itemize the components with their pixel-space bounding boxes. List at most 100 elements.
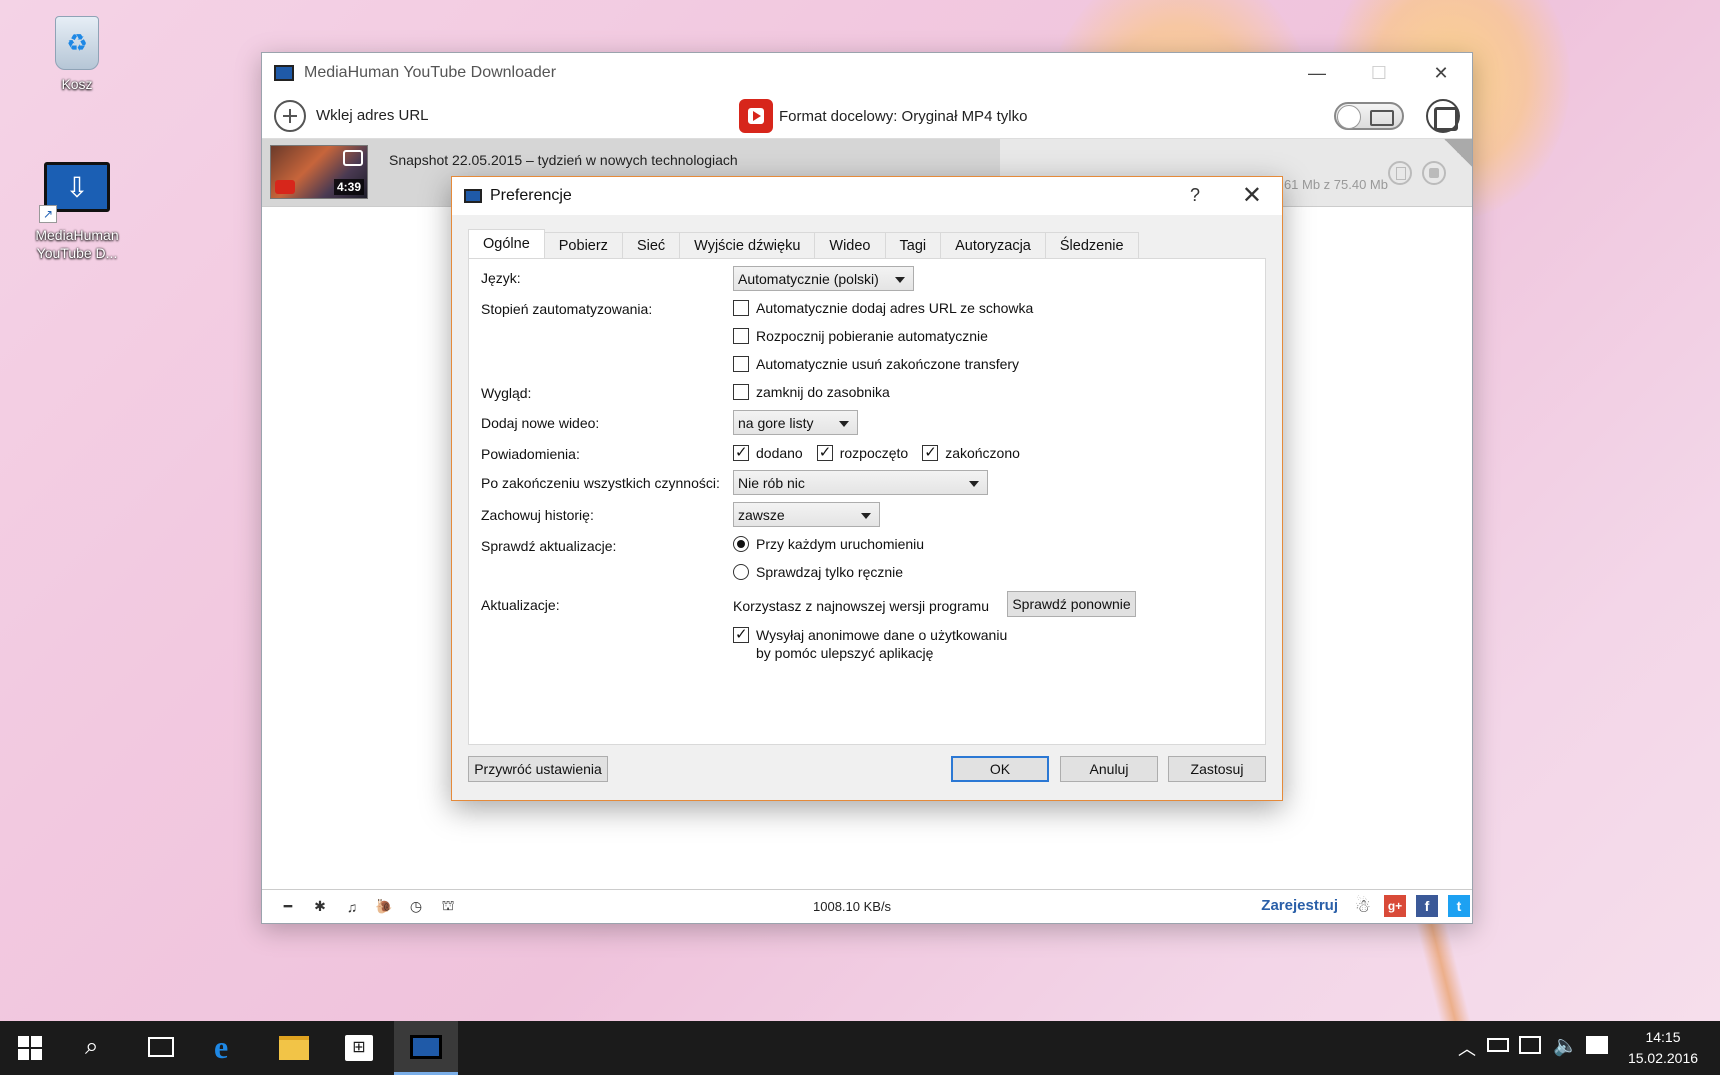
language-select[interactable]: Automatycznie (polski): [733, 266, 914, 291]
language-label: Język:: [481, 270, 521, 286]
network-icon[interactable]: [1519, 1036, 1541, 1054]
video-duration: 4:39: [333, 179, 364, 195]
file-explorer-icon[interactable]: [279, 1036, 309, 1060]
tab-video[interactable]: Wideo: [814, 232, 886, 258]
windows-start-icon[interactable]: [18, 1036, 42, 1060]
dialog-title: Preferencje: [490, 187, 572, 204]
restore-settings-button[interactable]: Przywróć ustawienia: [468, 756, 608, 782]
apply-button[interactable]: Zastosuj: [1168, 756, 1266, 782]
add-url-icon[interactable]: [274, 99, 306, 132]
add-new-video-select[interactable]: na gore listy: [733, 410, 858, 435]
radio-label: Przy każdym uruchomieniu: [756, 536, 925, 552]
format-selector[interactable]: Format docelowy: Oryginał MP4 tylko: [739, 99, 1027, 133]
search-icon[interactable]: ⌕: [85, 1033, 98, 1061]
window-controls: — ☐ ✕: [1286, 53, 1472, 93]
general-panel: Język: Automatycznie (polski) Stopień za…: [468, 258, 1266, 745]
update-manual-radio[interactable]: Sprawdzaj tylko ręcznie: [733, 564, 903, 580]
main-toolbar: Wklej adres URL Format docelowy: Orygina…: [262, 93, 1472, 139]
stop-all-button[interactable]: [1426, 99, 1460, 133]
taskbar-mediahuman-button[interactable]: [394, 1021, 458, 1075]
checkbox-icon: [733, 328, 749, 344]
app-icon: [464, 189, 482, 203]
chevron-down-icon: [839, 421, 849, 427]
close-button[interactable]: ✕: [1410, 53, 1472, 93]
binoculars-icon[interactable]: ⛫: [432, 897, 464, 916]
radio-icon: [733, 564, 749, 580]
anon-data-line-2: by pomóc ulepszyć aplikację: [756, 645, 934, 661]
store-icon[interactable]: ⊞: [345, 1035, 373, 1061]
notify-added-checkbox[interactable]: dodano: [733, 443, 803, 461]
tab-tags[interactable]: Tagi: [884, 232, 942, 258]
after-all-select[interactable]: Nie rób nic: [733, 470, 988, 495]
desktop-icon-recycle-bin[interactable]: Kosz: [22, 10, 132, 92]
minimize-button[interactable]: —: [1286, 53, 1348, 93]
desktop-icon-label: Kosz: [61, 76, 93, 92]
checkbox-checked-icon: [733, 625, 749, 643]
close-to-tray-checkbox[interactable]: zamknij do zasobnika: [733, 384, 890, 400]
chevron-up-icon[interactable]: ︿: [1458, 1035, 1476, 1061]
history-select[interactable]: zawsze: [733, 502, 880, 527]
check-again-button[interactable]: Sprawdź ponownie: [1007, 591, 1136, 617]
stop-download-icon[interactable]: [1422, 161, 1446, 185]
help-button[interactable]: ?: [1190, 185, 1200, 206]
video-title: Snapshot 22.05.2015 – tydzień w nowych t…: [389, 152, 738, 168]
check-updates-label: Sprawdź aktualizacje:: [481, 538, 617, 554]
snail-icon[interactable]: 🐌: [368, 898, 400, 915]
music-icon[interactable]: ♫: [336, 899, 368, 915]
notify-started-checkbox[interactable]: rozpoczęto: [816, 443, 909, 461]
download-speed: 1008.10 KB/s: [813, 899, 892, 914]
format-label: Format docelowy: Oryginał MP4 tylko: [779, 107, 1028, 125]
ok-button[interactable]: OK: [951, 756, 1049, 782]
maximize-button[interactable]: ☐: [1348, 53, 1410, 93]
chevron-down-icon: [895, 277, 905, 283]
taskbar-clock[interactable]: 14:15 15.02.2016: [1618, 1027, 1708, 1069]
dialog-titlebar[interactable]: Preferencje: [452, 177, 1282, 215]
tab-download[interactable]: Pobierz: [543, 232, 623, 258]
appearance-label: Wygląd:: [481, 385, 532, 401]
task-view-icon[interactable]: [148, 1037, 174, 1057]
checkbox-checked-icon: [922, 443, 939, 461]
youtube-mini-icon: [275, 180, 295, 194]
tab-tracking[interactable]: Śledzenie: [1044, 232, 1139, 258]
auto-add-url-checkbox[interactable]: Automatycznie dodaj adres URL ze schowka: [733, 300, 1033, 316]
notification-center-icon[interactable]: [1586, 1036, 1608, 1054]
playlist-icon: [343, 150, 363, 166]
twitter-icon[interactable]: t: [1448, 895, 1470, 917]
cancel-button[interactable]: Anuluj: [1060, 756, 1158, 782]
robot-icon[interactable]: ☃: [1352, 895, 1374, 917]
mediahuman-taskbar-icon: [410, 1035, 442, 1059]
main-titlebar[interactable]: MediaHuman YouTube Downloader — ☐ ✕: [262, 53, 1472, 93]
open-file-icon[interactable]: [1388, 161, 1412, 185]
after-all-value: Nie rób nic: [738, 474, 805, 491]
gear-icon[interactable]: ✱: [304, 898, 336, 915]
clock-icon[interactable]: ◷: [400, 898, 432, 915]
battery-icon[interactable]: [1487, 1038, 1509, 1052]
send-anonymous-data-checkbox[interactable]: Wysyłaj anonimowe dane o użytkowaniu by …: [733, 625, 1007, 662]
desktop-icon-mediahuman[interactable]: MediaHuman YouTube D...: [22, 154, 132, 262]
auto-remove-checkbox[interactable]: Automatycznie usuń zakończone transfery: [733, 356, 1019, 372]
update-on-start-radio[interactable]: Przy każdym uruchomieniu: [733, 536, 924, 552]
recycle-bin-icon: [55, 16, 99, 70]
register-link[interactable]: Zarejestruj: [1261, 897, 1338, 914]
checkbox-icon: [733, 384, 749, 400]
tab-general[interactable]: Ogólne: [468, 229, 545, 258]
google-plus-icon[interactable]: g+: [1384, 895, 1406, 917]
video-mode-toggle[interactable]: [1334, 102, 1404, 130]
language-value: Automatycznie (polski): [738, 270, 879, 287]
paste-url-button[interactable]: Wklej adres URL: [316, 107, 429, 124]
facebook-icon[interactable]: f: [1416, 895, 1438, 917]
edge-browser-icon[interactable]: e: [214, 1029, 228, 1066]
notify-finished-checkbox[interactable]: zakończono: [922, 443, 1020, 461]
auto-start-checkbox[interactable]: Rozpocznij pobieranie automatycznie: [733, 328, 988, 344]
tab-authorization[interactable]: Autoryzacja: [940, 232, 1046, 258]
checkbox-checked-icon: [733, 443, 749, 461]
dialog-close-button[interactable]: ✕: [1242, 181, 1262, 210]
chevron-down-icon: [969, 481, 979, 487]
checkbox-label: rozpoczęto: [839, 445, 909, 461]
minus-icon[interactable]: ━: [272, 898, 304, 915]
checkbox-label: Automatycznie dodaj adres URL ze schowka: [756, 300, 1034, 316]
tab-audio-output[interactable]: Wyjście dźwięku: [679, 232, 816, 258]
tab-network[interactable]: Sieć: [621, 232, 681, 258]
add-new-video-label: Dodaj nowe wideo:: [481, 415, 600, 431]
volume-icon[interactable]: 🔈: [1553, 1033, 1578, 1058]
